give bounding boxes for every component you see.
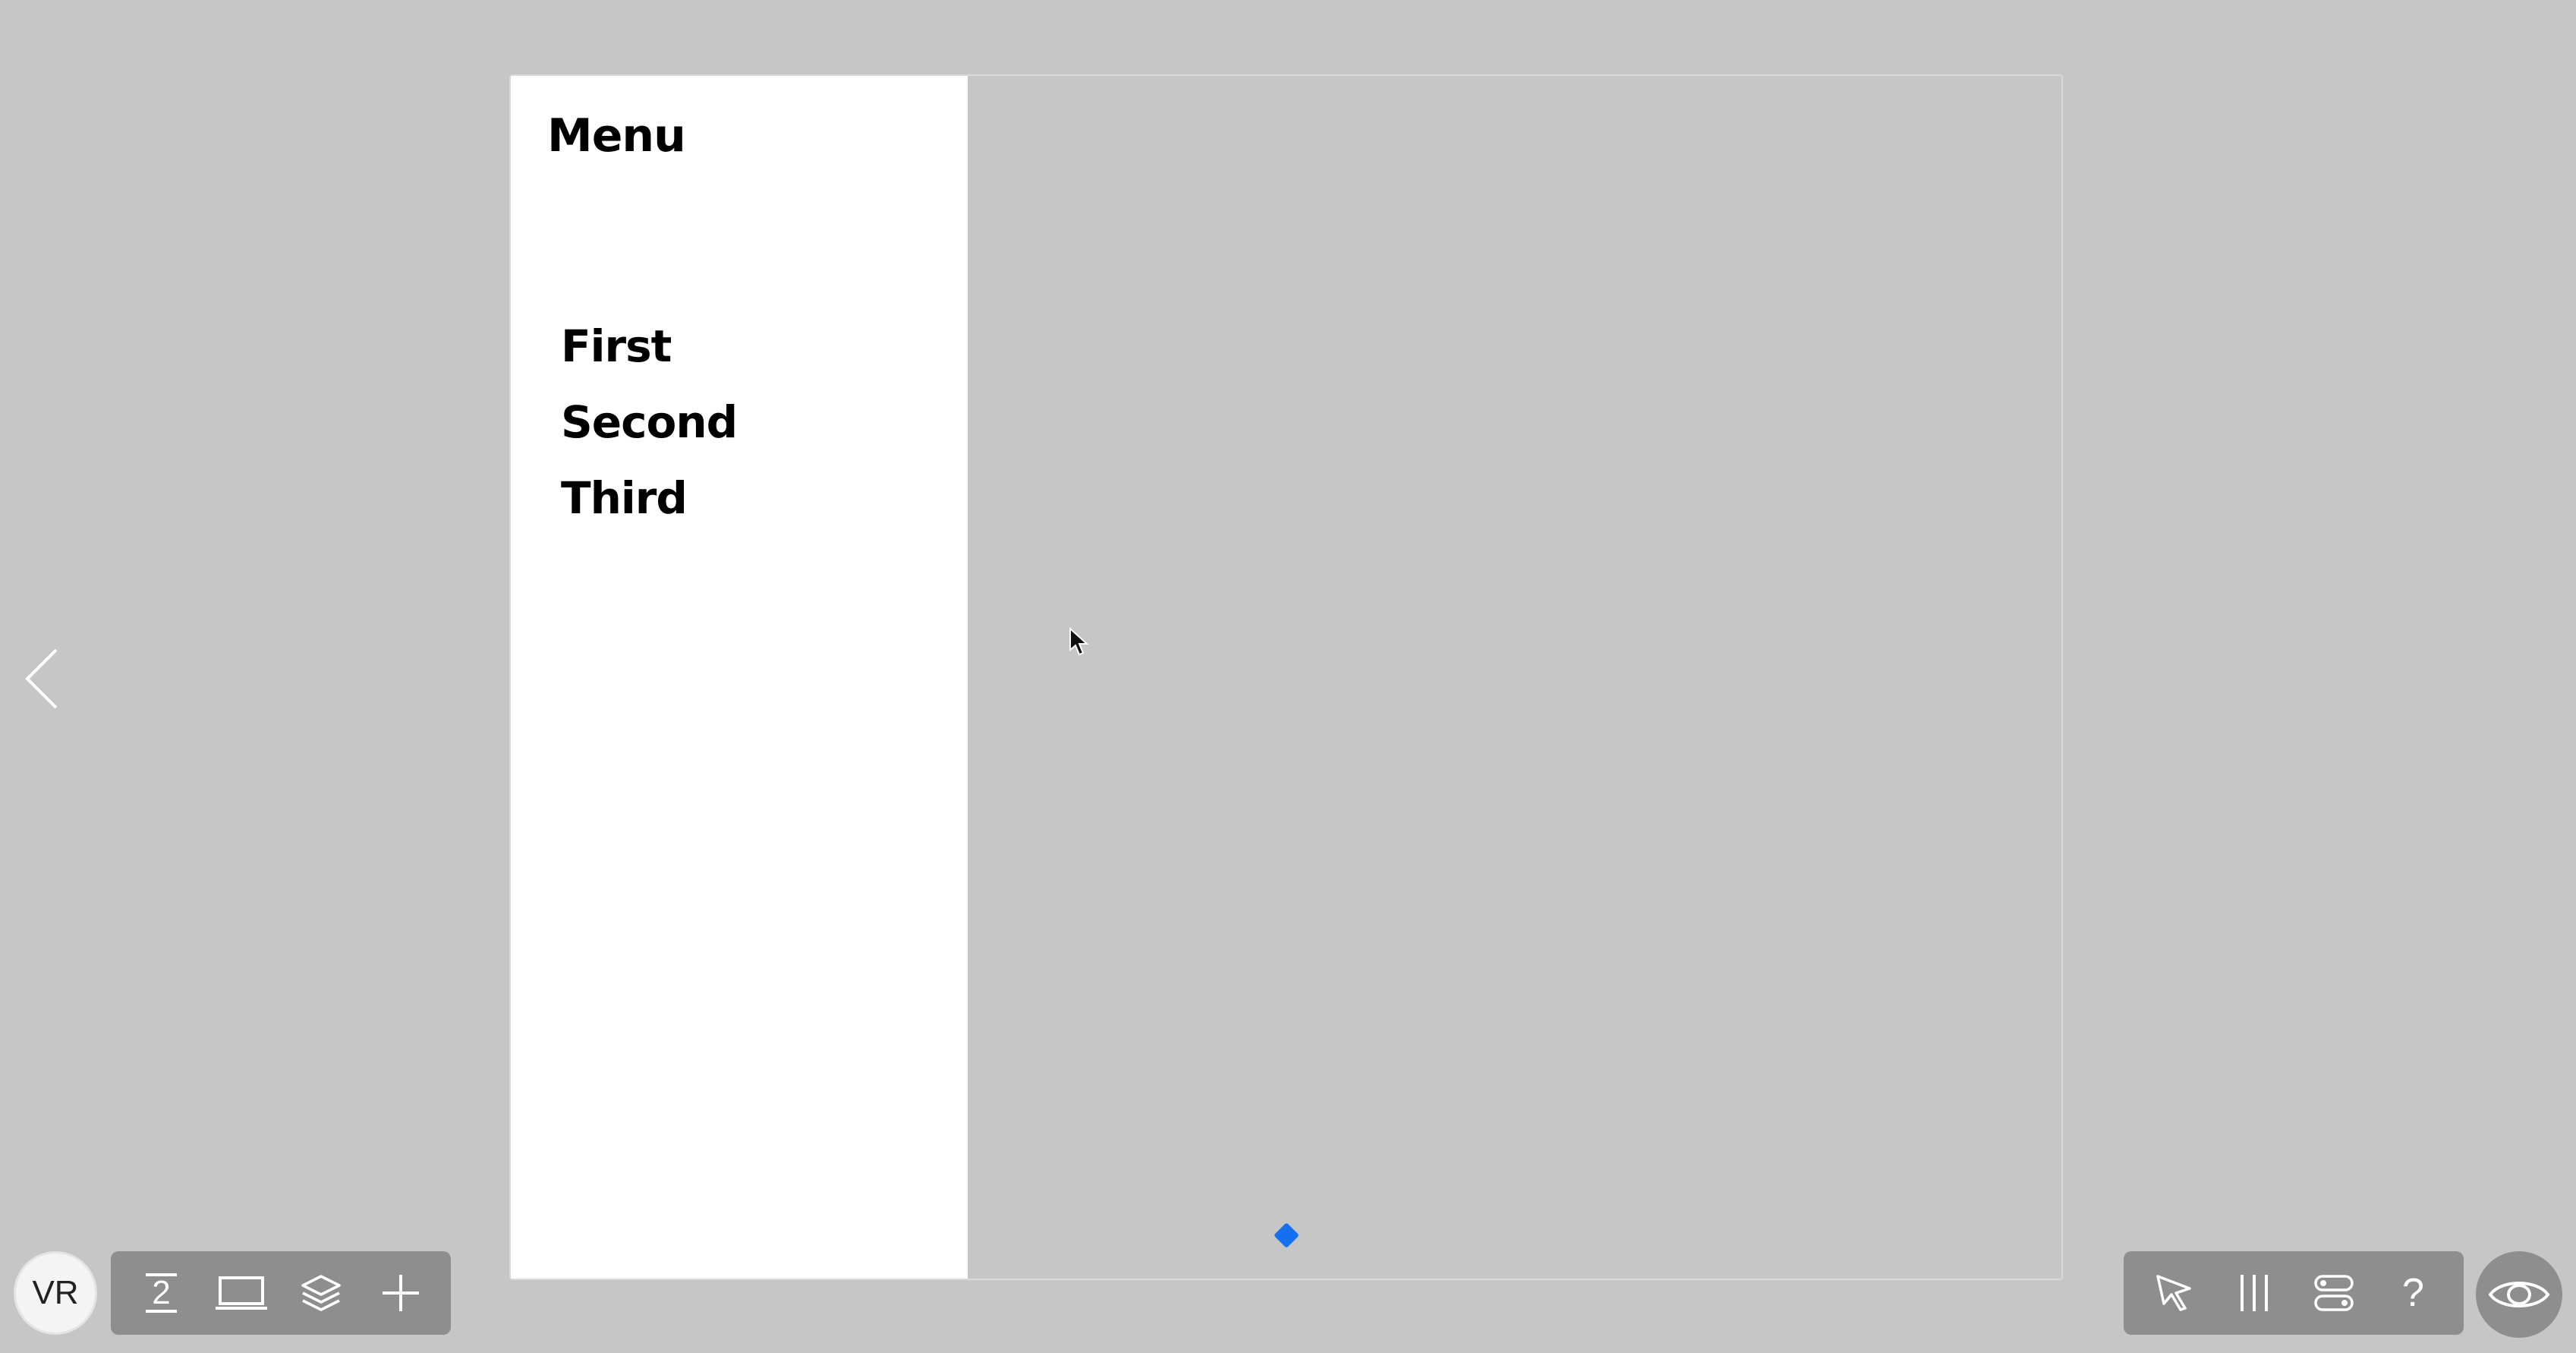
menu-item-third[interactable]: Third: [561, 472, 688, 524]
eye-icon: [2488, 1282, 2550, 1307]
user-avatar[interactable]: VR: [14, 1251, 97, 1335]
layers-icon: [301, 1275, 341, 1311]
mouse-cursor-icon: [1069, 626, 1090, 658]
toolbar-left: 2: [111, 1251, 451, 1335]
pointer-button[interactable]: [2143, 1261, 2206, 1325]
menu-title: Menu: [547, 109, 686, 162]
help-icon: ?: [2402, 1271, 2424, 1315]
prototype-frame: Menu First Second Third: [509, 74, 2063, 1280]
add-button[interactable]: [369, 1261, 433, 1325]
page-number-icon: 2: [146, 1273, 177, 1313]
previous-screen-chevron-left-icon[interactable]: [23, 647, 61, 711]
menu-item-first[interactable]: First: [561, 320, 672, 372]
columns-icon: [2240, 1275, 2268, 1311]
help-button[interactable]: ?: [2382, 1261, 2445, 1325]
device-frame-icon: [215, 1276, 267, 1310]
pointer-icon: [2156, 1275, 2191, 1311]
layers-button[interactable]: [289, 1261, 353, 1325]
device-frame-button[interactable]: [209, 1261, 273, 1325]
canvas: Menu First Second Third VR 2 ?: [0, 0, 2576, 1353]
preview-button[interactable]: [2476, 1251, 2562, 1338]
menu-item-second[interactable]: Second: [561, 396, 738, 448]
columns-button[interactable]: [2222, 1261, 2286, 1325]
menu-panel: Menu First Second Third: [511, 76, 968, 1279]
toggles-icon: [2313, 1275, 2354, 1311]
page-number-button[interactable]: 2: [130, 1261, 194, 1325]
plus-icon: [382, 1275, 419, 1311]
toolbar-right: ?: [2124, 1251, 2464, 1335]
avatar-initials: VR: [32, 1274, 79, 1311]
toggles-button[interactable]: [2302, 1261, 2366, 1325]
